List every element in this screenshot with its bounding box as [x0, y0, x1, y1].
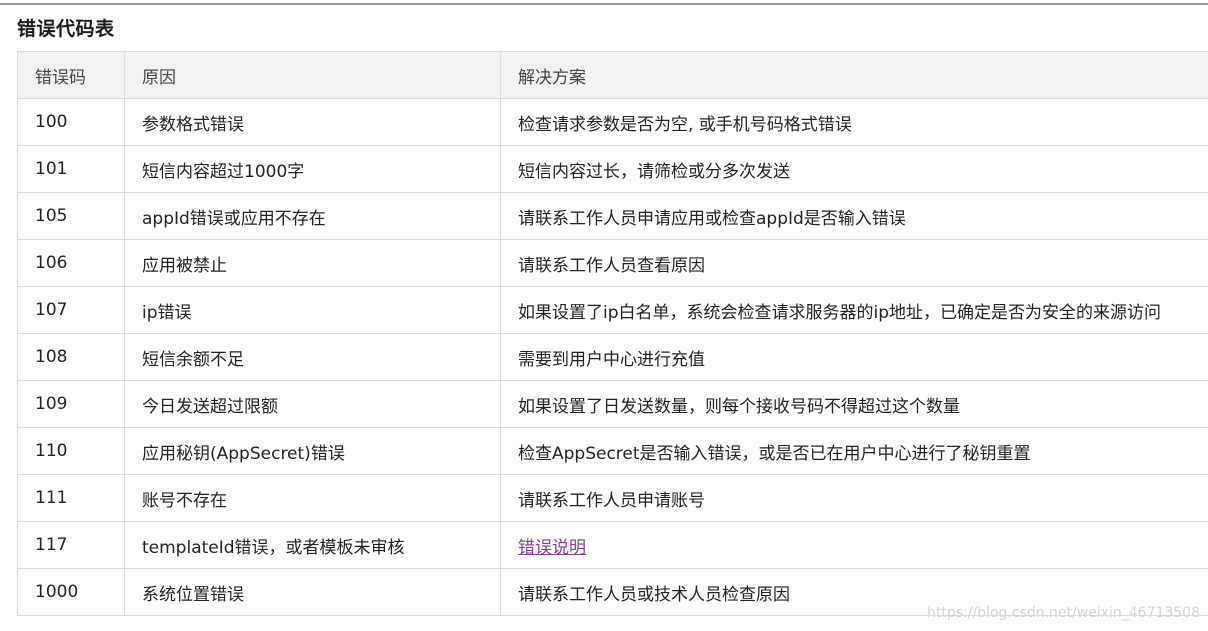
- error-code-cell: 108: [17, 333, 125, 381]
- error-code-cell: 107: [17, 286, 125, 334]
- solution-cell: 请联系工作人员申请账号: [500, 474, 1208, 522]
- error-code-table: 错误码 原因 解决方案 100 参数格式错误 检查请求参数是否为空, 或手机号码…: [17, 51, 1208, 616]
- reason-cell: appId错误或应用不存在: [124, 192, 501, 240]
- table-row: 106 应用被禁止 请联系工作人员查看原因: [17, 239, 1208, 287]
- reason-cell: 系统位置错误: [124, 568, 501, 616]
- table-row: 109 今日发送超过限额 如果设置了日发送数量，则每个接收号码不得超过这个数量: [17, 380, 1208, 428]
- error-code-cell: 101: [17, 145, 125, 193]
- error-code-cell: 111: [17, 474, 125, 522]
- table-row: 110 应用秘钥(AppSecret)错误 检查AppSecret是否输入错误，…: [17, 427, 1208, 475]
- watermark: https://blog.csdn.net/weixin_46713508: [926, 605, 1200, 621]
- solution-cell: 短信内容过长，请筛检或分多次发送: [500, 145, 1208, 193]
- table-row: 117 templateId错误，或者模板未审核 错误说明: [17, 521, 1208, 569]
- error-code-cell: 106: [17, 239, 125, 287]
- page: 错误代码表 错误码 原因 解决方案 100 参数格式错误 检查请求参数是否为空,…: [0, 0, 1208, 631]
- error-code-cell: 105: [17, 192, 125, 240]
- reason-cell: 今日发送超过限额: [124, 380, 501, 428]
- error-description-link[interactable]: 错误说明: [518, 538, 586, 558]
- header-solution: 解决方案: [500, 51, 1208, 99]
- error-code-cell: 1000: [17, 568, 125, 616]
- reason-cell: ip错误: [124, 286, 501, 334]
- solution-cell: 需要到用户中心进行充值: [500, 333, 1208, 381]
- reason-cell: 应用被禁止: [124, 239, 501, 287]
- table-row: 105 appId错误或应用不存在 请联系工作人员申请应用或检查appId是否输…: [17, 192, 1208, 240]
- solution-cell: 请联系工作人员查看原因: [500, 239, 1208, 287]
- table-row: 111 账号不存在 请联系工作人员申请账号: [17, 474, 1208, 522]
- solution-cell: 检查AppSecret是否输入错误，或是否已在用户中心进行了秘钥重置: [500, 427, 1208, 475]
- table-row: 108 短信余额不足 需要到用户中心进行充值: [17, 333, 1208, 381]
- solution-cell: 如果设置了日发送数量，则每个接收号码不得超过这个数量: [500, 380, 1208, 428]
- table-header-row: 错误码 原因 解决方案: [17, 51, 1208, 99]
- reason-cell: 短信内容超过1000字: [124, 145, 501, 193]
- solution-cell: 错误说明: [500, 521, 1208, 569]
- solution-cell: 如果设置了ip白名单，系统会检查请求服务器的ip地址，已确定是否为安全的来源访问: [500, 286, 1208, 334]
- header-reason: 原因: [124, 51, 501, 99]
- error-code-cell: 109: [17, 380, 125, 428]
- top-divider: [0, 3, 1208, 5]
- table-row: 101 短信内容超过1000字 短信内容过长，请筛检或分多次发送: [17, 145, 1208, 193]
- reason-cell: templateId错误，或者模板未审核: [124, 521, 501, 569]
- section-title: 错误代码表: [17, 18, 115, 40]
- error-code-cell: 110: [17, 427, 125, 475]
- table-row: 107 ip错误 如果设置了ip白名单，系统会检查请求服务器的ip地址，已确定是…: [17, 286, 1208, 334]
- solution-cell: 请联系工作人员申请应用或检查appId是否输入错误: [500, 192, 1208, 240]
- error-code-cell: 117: [17, 521, 125, 569]
- table-row: 100 参数格式错误 检查请求参数是否为空, 或手机号码格式错误: [17, 98, 1208, 146]
- reason-cell: 短信余额不足: [124, 333, 501, 381]
- reason-cell: 账号不存在: [124, 474, 501, 522]
- header-error-code: 错误码: [17, 51, 125, 99]
- reason-cell: 参数格式错误: [124, 98, 501, 146]
- error-code-cell: 100: [17, 98, 125, 146]
- reason-cell: 应用秘钥(AppSecret)错误: [124, 427, 501, 475]
- solution-cell: 检查请求参数是否为空, 或手机号码格式错误: [500, 98, 1208, 146]
